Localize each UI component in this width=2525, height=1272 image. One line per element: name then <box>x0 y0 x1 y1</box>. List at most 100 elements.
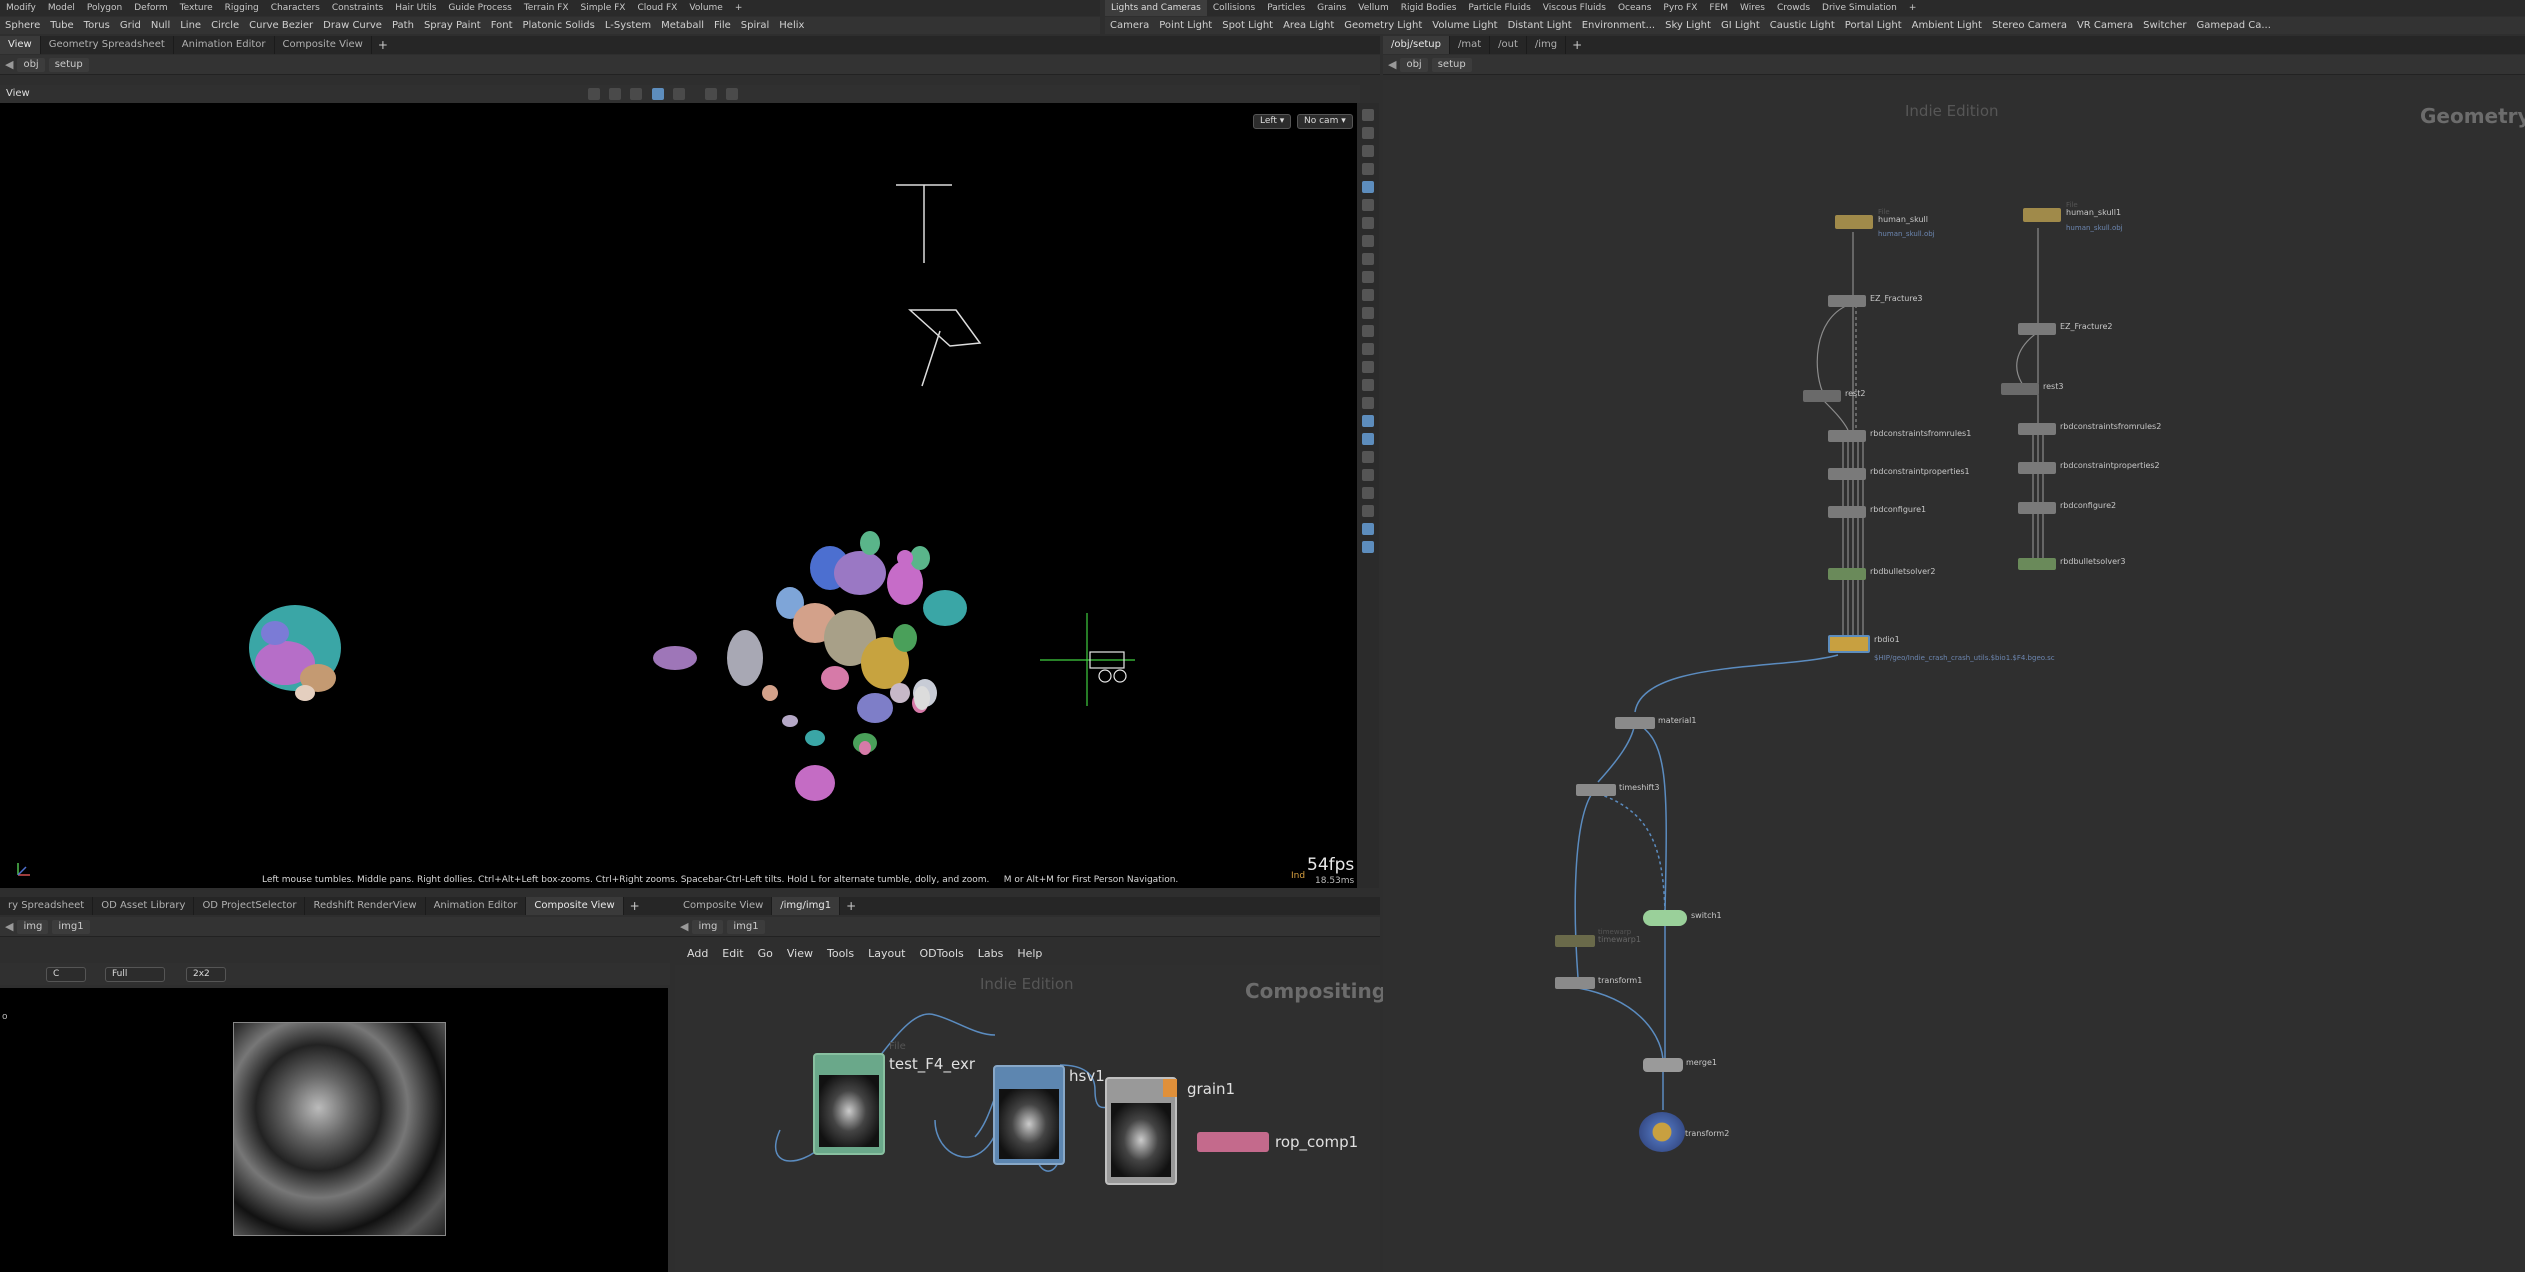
shelf-tool-right-4[interactable]: Geometry Light <box>1339 20 1427 31</box>
comp-path-node[interactable]: img1 <box>727 919 765 934</box>
shade-icon[interactable] <box>1362 415 1374 427</box>
back-arrow-icon-2[interactable]: ◀ <box>5 920 13 933</box>
shelf-tool-right-11[interactable]: Portal Light <box>1840 20 1907 31</box>
node-rest3[interactable] <box>2001 383 2039 395</box>
node-rbdconstraintsfromrules2[interactable] <box>2018 423 2056 435</box>
tab-img-img1[interactable]: /img/img1 <box>772 897 841 915</box>
shelf-tool-6[interactable]: Circle <box>206 20 244 31</box>
shelf-tab-1[interactable]: Model <box>42 0 81 16</box>
shelf-tool-10[interactable]: Spray Paint <box>419 20 486 31</box>
shelf-tab-3[interactable]: Deform <box>128 0 173 16</box>
node-material1[interactable] <box>1615 717 1655 729</box>
shelf-tool-15[interactable]: File <box>709 20 736 31</box>
node-switch1[interactable] <box>1643 910 1687 926</box>
stereo-icon[interactable] <box>1362 487 1374 499</box>
tab-animation-editor[interactable]: Animation Editor <box>174 36 275 54</box>
shelf-tab-right-1[interactable]: Collisions <box>1207 0 1261 16</box>
shelf-tool-5[interactable]: Line <box>175 20 206 31</box>
comp-network-editor[interactable]: Indie Edition Compositing File test_F4_e… <box>675 965 1386 1272</box>
tab-out[interactable]: /out <box>1490 36 1527 54</box>
shelf-tab-5[interactable]: Rigging <box>219 0 265 16</box>
display-opts-icon[interactable] <box>1362 523 1374 535</box>
node-transform2[interactable] <box>1639 1112 1685 1152</box>
menu-odtools[interactable]: ODTools <box>913 947 971 960</box>
camera-view-icon[interactable] <box>1362 469 1374 481</box>
shelf-tool-3[interactable]: Grid <box>115 20 146 31</box>
path-node[interactable]: setup <box>48 57 89 72</box>
node-rop[interactable] <box>1197 1132 1269 1152</box>
node-rbdconstraintproperties2[interactable] <box>2018 462 2056 474</box>
add-tab-button-3[interactable]: + <box>840 899 862 913</box>
node-human-skull1[interactable] <box>2023 208 2061 222</box>
node-ez-fracture3[interactable] <box>1828 295 1866 307</box>
shelf-tab-9[interactable]: Guide Process <box>442 0 517 16</box>
tab-od-asset-library[interactable]: OD Asset Library <box>93 897 195 915</box>
node-rbdconstraintproperties1[interactable] <box>1828 468 1866 480</box>
grid-icon[interactable] <box>1362 397 1374 409</box>
right-path-net[interactable]: obj <box>1400 57 1428 72</box>
shelf-tab-right-0[interactable]: Lights and Cameras <box>1105 0 1207 16</box>
shelf-tab-14[interactable]: + <box>729 0 749 16</box>
back-arrow-icon[interactable]: ◀ <box>5 58 13 71</box>
shelf-tool-right-13[interactable]: Stereo Camera <box>1987 20 2072 31</box>
node-hsv[interactable] <box>993 1065 1065 1165</box>
node-ez-fracture2[interactable] <box>2018 323 2056 335</box>
link-icon[interactable] <box>1362 271 1374 283</box>
path-net-2[interactable]: img <box>17 919 49 934</box>
shelf-tab-right-12[interactable]: Crowds <box>1771 0 1816 16</box>
shelf-tab-right-14[interactable]: + <box>1903 0 1923 16</box>
tab-obj-setup[interactable]: /obj/setup <box>1383 36 1450 54</box>
shelf-tool-right-8[interactable]: Sky Light <box>1660 20 1716 31</box>
sun-icon[interactable] <box>1362 451 1374 463</box>
image-viewer[interactable]: o <box>0 988 668 1272</box>
node-grain[interactable] <box>1105 1077 1177 1185</box>
shelf-tool-right-12[interactable]: Ambient Light <box>1907 20 1987 31</box>
shelf-tool-right-0[interactable]: Camera <box>1105 20 1154 31</box>
path-node-2[interactable]: img1 <box>52 919 90 934</box>
add-tab-button-2[interactable]: + <box>624 899 646 913</box>
shelf-tool-right-6[interactable]: Distant Light <box>1503 20 1577 31</box>
node-transform1[interactable] <box>1555 977 1595 989</box>
back-arrow-icon-4[interactable]: ◀ <box>1388 58 1396 71</box>
shelf-tool-4[interactable]: Null <box>146 20 175 31</box>
lock-icon[interactable] <box>1362 145 1374 157</box>
node-rest2[interactable] <box>1803 390 1841 402</box>
menu-tools[interactable]: Tools <box>820 947 861 960</box>
shelf-tab-right-7[interactable]: Viscous Fluids <box>1537 0 1612 16</box>
shading-icon[interactable] <box>672 88 685 100</box>
shelf-tool-right-16[interactable]: Gamepad Ca... <box>2192 20 2276 31</box>
add-tab-button[interactable]: + <box>372 38 394 52</box>
menu-add[interactable]: Add <box>680 947 715 960</box>
shelf-tab-right-10[interactable]: FEM <box>1703 0 1734 16</box>
channel-select[interactable]: C <box>46 967 86 982</box>
shelf-tool-right-2[interactable]: Spot Light <box>1217 20 1278 31</box>
tab-img[interactable]: /img <box>1527 36 1567 54</box>
shelf-tool-7[interactable]: Curve Bezier <box>244 20 318 31</box>
shelf-tool-13[interactable]: L-System <box>600 20 656 31</box>
node-timeshift3[interactable] <box>1576 784 1616 796</box>
right-path-node[interactable]: setup <box>1431 57 1472 72</box>
node-rbdconstraintsfromrules1[interactable] <box>1828 430 1866 442</box>
menu-labs[interactable]: Labs <box>971 947 1011 960</box>
shelf-tool-8[interactable]: Draw Curve <box>318 20 387 31</box>
display-icon[interactable] <box>651 88 664 100</box>
shelf-tool-12[interactable]: Platonic Solids <box>518 20 600 31</box>
resolution-select[interactable]: Full <box>105 967 165 982</box>
node-rbdconfigure2[interactable] <box>2018 502 2056 514</box>
bulb-icon[interactable] <box>1362 289 1374 301</box>
tab-od-projectselector[interactable]: OD ProjectSelector <box>194 897 306 915</box>
back-arrow-icon-3[interactable]: ◀ <box>680 920 688 933</box>
node-rbdbulletsolver2[interactable] <box>1828 568 1866 580</box>
shelf-tool-9[interactable]: Path <box>387 20 419 31</box>
tab-composite-view-3[interactable]: Composite View <box>675 897 773 915</box>
frame-icon[interactable] <box>1362 505 1374 517</box>
node-rbdio1[interactable] <box>1828 635 1870 653</box>
tab-view[interactable]: View <box>0 36 41 54</box>
shelf-tab-right-8[interactable]: Oceans <box>1612 0 1657 16</box>
bg-icon[interactable] <box>1362 433 1374 445</box>
tab-spreadsheet[interactable]: ry Spreadsheet <box>0 897 94 915</box>
path-net[interactable]: obj <box>17 57 45 72</box>
menu-go[interactable]: Go <box>751 947 780 960</box>
grid-select[interactable]: 2x2 <box>186 967 226 982</box>
shelf-tab-right-6[interactable]: Particle Fluids <box>1462 0 1536 16</box>
